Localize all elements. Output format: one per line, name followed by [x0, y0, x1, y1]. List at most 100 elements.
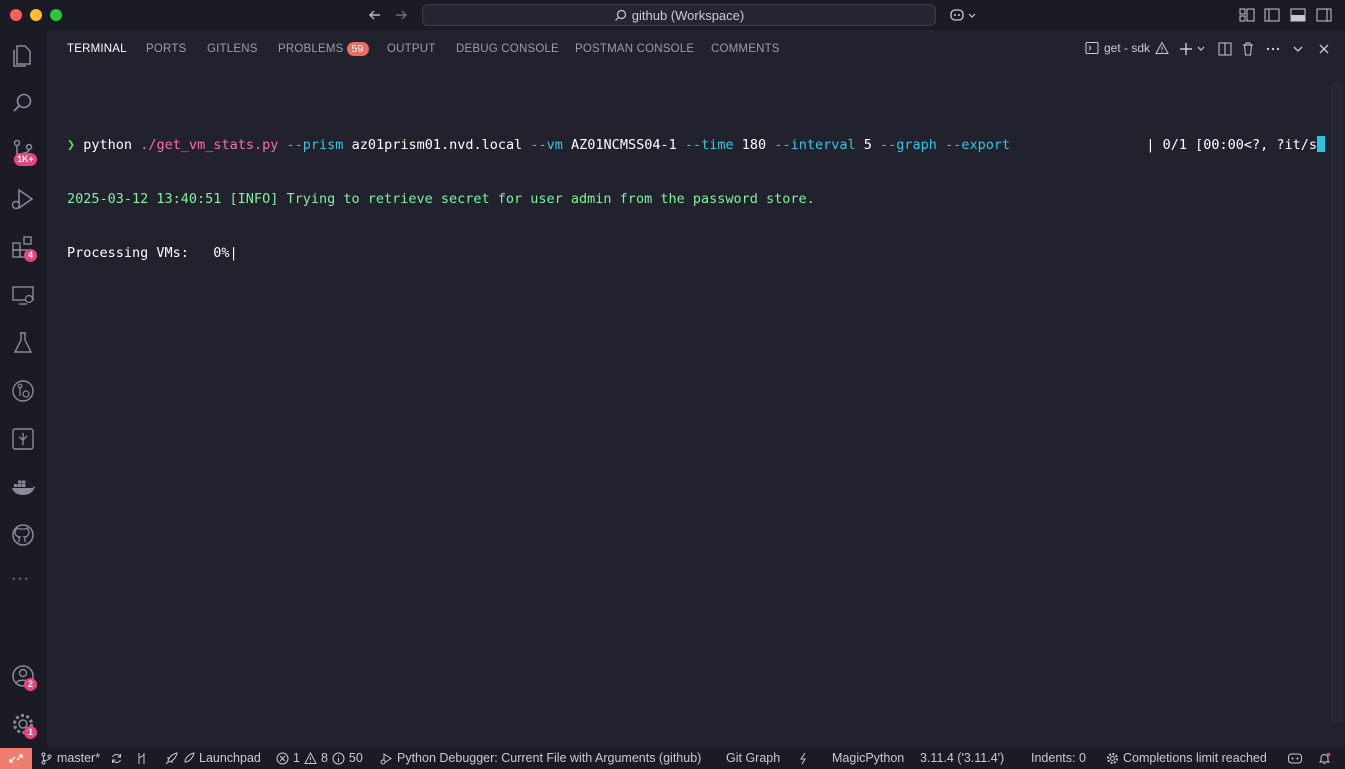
branch-indicator[interactable]: master*	[40, 751, 123, 765]
val-interval: 5	[863, 137, 872, 153]
docker-icon[interactable]	[10, 474, 36, 500]
terminal-icon	[1085, 42, 1099, 54]
testing-flask-icon[interactable]	[10, 330, 36, 356]
search-text: github (Workspace)	[631, 7, 745, 23]
warning-status-icon	[304, 751, 317, 764]
command-center-search[interactable]: github (Workspace)	[422, 4, 936, 26]
panel-tabs: TERMINAL PORTS GITLENS PROBLEMS 59 OUTPUT…	[47, 30, 1345, 70]
log-line: 2025-03-12 13:40:51 [INFO] Trying to ret…	[67, 191, 815, 207]
val-time: 180	[741, 137, 767, 153]
flag-vm: --vm	[530, 137, 563, 153]
flag-prism: --prism	[286, 137, 344, 153]
new-terminal-icon[interactable]	[1178, 41, 1194, 57]
python-interpreter[interactable]: 3.11.4 ('3.11.4')	[920, 751, 1004, 765]
tab-postman-console[interactable]: POSTMAN CONSOLE	[575, 43, 694, 55]
prompt-symbol: ❯	[67, 137, 76, 153]
source-control-badge: 1K+	[14, 153, 37, 166]
info-count: 50	[348, 751, 363, 765]
terminal-panel: TERMINAL PORTS GITLENS PROBLEMS 59 OUTPUT…	[47, 30, 1345, 748]
flag-interval: --interval	[774, 137, 856, 153]
toggle-primary-sidebar-icon[interactable]	[1263, 6, 1281, 24]
extensions-badge: 4	[24, 249, 37, 262]
chevron-down-icon[interactable]	[1196, 41, 1206, 57]
indentation[interactable]: Indents: 0	[1031, 751, 1086, 765]
search-sidebar-icon[interactable]	[10, 90, 36, 116]
val-prism: az01prism01.nvd.local	[351, 137, 523, 153]
flag-export: --export	[945, 137, 1011, 153]
close-window-button[interactable]	[10, 9, 22, 21]
branch-icon	[41, 752, 52, 764]
error-icon	[276, 752, 289, 764]
customize-layout-icon[interactable]	[1238, 6, 1256, 24]
warning-icon	[1155, 41, 1169, 54]
debugger-config[interactable]: Python Debugger: Current File with Argum…	[380, 751, 701, 765]
forward-arrow-icon[interactable]	[392, 6, 410, 24]
branch-name: master*	[57, 751, 101, 765]
launchpad-item[interactable]: Launchpad	[165, 751, 261, 765]
terminal-instance-selector[interactable]: get - sdk	[1085, 41, 1169, 55]
run-debug-icon[interactable]	[10, 186, 36, 212]
tab-output[interactable]: OUTPUT	[387, 43, 435, 55]
maximize-window-button[interactable]	[50, 9, 62, 21]
remote-indicator[interactable]	[0, 748, 32, 769]
explorer-icon[interactable]	[10, 42, 36, 68]
terminal-output[interactable]: ❯ python ./get_vm_stats.py --prism az01p…	[67, 100, 1010, 298]
more-views-icon[interactable]: ···	[11, 570, 30, 588]
more-actions-icon[interactable]	[1265, 41, 1281, 57]
git-compare-icon[interactable]	[135, 752, 148, 765]
tab-debug-console[interactable]: DEBUG CONSOLE	[456, 43, 559, 55]
remote-icon	[9, 754, 23, 763]
minimize-window-button[interactable]	[30, 9, 42, 21]
toggle-secondary-sidebar-icon[interactable]	[1315, 6, 1333, 24]
gitlens-icon[interactable]	[10, 378, 36, 404]
close-panel-icon[interactable]	[1316, 41, 1332, 57]
copilot-status-icon[interactable]	[1287, 752, 1303, 765]
git-graph-button[interactable]: Git Graph	[726, 751, 780, 765]
search-icon	[614, 9, 626, 21]
git-graph-icon[interactable]	[10, 426, 36, 452]
completions-status[interactable]: Completions limit reached	[1106, 751, 1267, 765]
back-arrow-icon[interactable]	[366, 6, 384, 24]
debug-icon	[380, 752, 392, 764]
trash-icon[interactable]	[1240, 41, 1256, 57]
terminal-cursor	[1317, 136, 1325, 152]
notifications-bell-icon[interactable]	[1318, 752, 1331, 765]
launchpad-label: Launchpad	[199, 751, 261, 765]
tab-problems-label: PROBLEMS	[278, 43, 344, 55]
settings-badge: 1	[24, 726, 37, 739]
cmd-python: python	[83, 137, 133, 153]
gear-status-icon	[1107, 752, 1118, 764]
cmd-script: ./get_vm_stats.py	[140, 137, 279, 153]
progress-left: Processing VMs: 0%|	[67, 245, 238, 261]
accounts-badge: 2	[24, 678, 37, 691]
terminal-scrollbar[interactable]	[1331, 82, 1343, 722]
problems-count-badge: 59	[346, 42, 369, 56]
val-vm: AZ01NCMSS04-1	[571, 137, 677, 153]
tab-terminal[interactable]: TERMINAL	[67, 43, 127, 55]
remote-explorer-icon[interactable]	[10, 282, 36, 308]
copilot-icon[interactable]	[949, 6, 977, 24]
activity-bar: 1K+ 4 ··· 2 1	[0, 30, 47, 748]
title-bar: github (Workspace)	[0, 0, 1345, 30]
status-bar: master* Launchpad 1 8 50 Python Debugger…	[0, 748, 1345, 769]
toggle-panel-icon[interactable]	[1289, 6, 1307, 24]
info-icon	[332, 752, 345, 764]
sync-icon[interactable]	[110, 752, 123, 765]
github-icon[interactable]	[10, 522, 36, 548]
language-mode[interactable]: MagicPython	[832, 751, 904, 765]
progress-right-wrap: | 0/1 [00:00<?, ?it/s	[1146, 136, 1325, 153]
flag-time: --time	[684, 137, 734, 153]
problems-summary[interactable]: 1 8 50	[276, 751, 363, 765]
tab-comments[interactable]: COMMENTS	[711, 43, 780, 55]
progress-right: | 0/1 [00:00<?, ?it/s	[1146, 137, 1317, 153]
tab-ports[interactable]: PORTS	[146, 43, 186, 55]
tab-problems[interactable]: PROBLEMS 59	[278, 42, 369, 56]
lightning-icon[interactable]	[797, 752, 810, 765]
rocket-icon	[165, 751, 178, 764]
flag-graph: --graph	[880, 137, 937, 153]
maximize-panel-chevron-icon[interactable]	[1290, 41, 1306, 57]
command-line: ❯ python ./get_vm_stats.py --prism az01p…	[67, 136, 1010, 154]
split-terminal-icon[interactable]	[1217, 41, 1233, 57]
completions-label: Completions limit reached	[1123, 751, 1267, 765]
tab-gitlens[interactable]: GITLENS	[207, 43, 258, 55]
